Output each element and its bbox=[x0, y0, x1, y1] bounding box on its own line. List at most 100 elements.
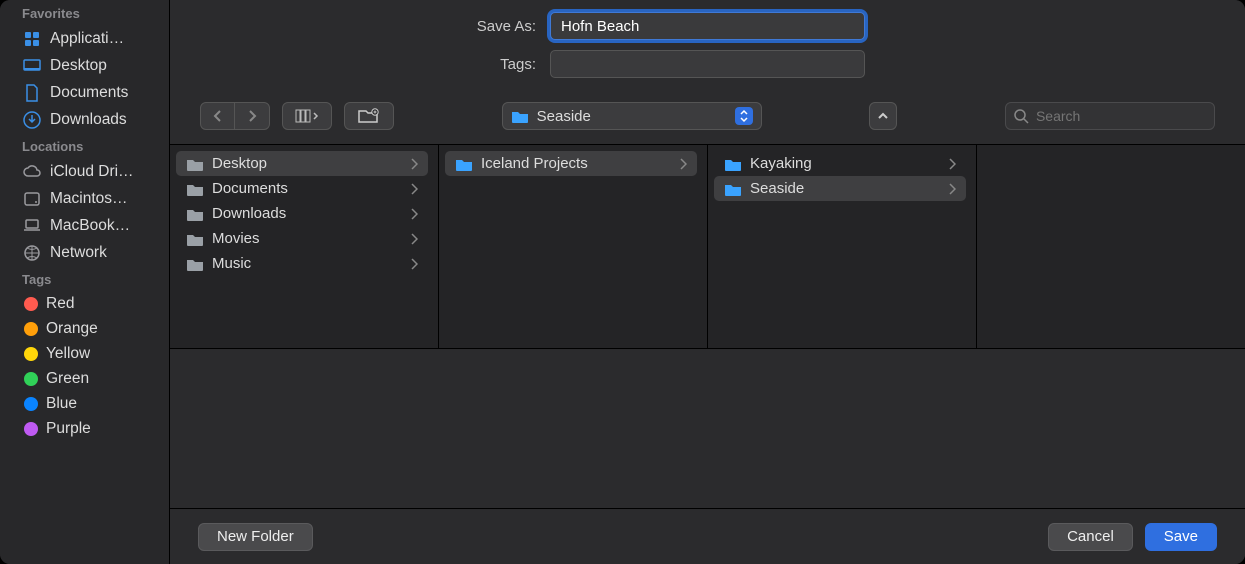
folder-icon bbox=[186, 232, 204, 246]
sidebar-header-favorites: Favorites bbox=[0, 0, 169, 25]
column-item-label: Music bbox=[212, 255, 251, 272]
save-dialog: Favorites Applicati… Desktop Documents Down… bbox=[0, 0, 1245, 564]
tag-dot-icon bbox=[24, 347, 38, 361]
sidebar-item[interactable]: Green bbox=[0, 366, 169, 391]
top-fields: Save As: Tags: bbox=[170, 0, 1245, 98]
folder-icon bbox=[455, 157, 473, 171]
toolbar: Seaside bbox=[170, 98, 1245, 144]
sidebar-item-label: iCloud Dri… bbox=[50, 163, 134, 181]
chevron-right-icon bbox=[948, 158, 956, 170]
main-panel: Save As: Tags: bbox=[170, 0, 1245, 564]
cancel-button[interactable]: Cancel bbox=[1048, 523, 1133, 551]
collapse-button[interactable] bbox=[869, 102, 897, 130]
sidebar-item[interactable]: iCloud Dri… bbox=[0, 158, 169, 185]
sidebar-item-label: Macintos… bbox=[50, 190, 128, 208]
sidebar-item[interactable]: Downloads bbox=[0, 106, 169, 133]
lower-pad bbox=[170, 348, 1245, 508]
search-icon bbox=[1013, 108, 1029, 124]
sidebar-item-label: MacBook… bbox=[50, 217, 130, 235]
folder-icon bbox=[186, 157, 204, 171]
sidebar-item-label: Downloads bbox=[50, 111, 127, 129]
disk-icon bbox=[22, 189, 42, 209]
browser-column: Kayaking Seaside bbox=[708, 145, 977, 348]
sidebar-item-label: Blue bbox=[46, 395, 77, 413]
sidebar-item-label: Green bbox=[46, 370, 89, 388]
sidebar-item-label: Orange bbox=[46, 320, 98, 338]
column-item-label: Iceland Projects bbox=[481, 155, 588, 172]
tag-dot-icon bbox=[24, 297, 38, 311]
new-folder-button[interactable]: New Folder bbox=[198, 523, 313, 551]
forward-button[interactable] bbox=[235, 103, 269, 129]
search-input[interactable] bbox=[1005, 102, 1215, 130]
sidebar-item[interactable]: Red bbox=[0, 291, 169, 316]
folder-icon bbox=[724, 157, 742, 171]
column-browser: Desktop Documents Downloads Movies Music Icel… bbox=[170, 144, 1245, 348]
sidebar-item[interactable]: Yellow bbox=[0, 341, 169, 366]
folder-icon bbox=[186, 207, 204, 221]
sidebar-item[interactable]: Desktop bbox=[0, 52, 169, 79]
column-item[interactable]: Documents bbox=[176, 176, 428, 201]
folder-icon bbox=[511, 109, 529, 123]
globe-icon bbox=[22, 243, 42, 263]
column-item[interactable]: Downloads bbox=[176, 201, 428, 226]
bottom-bar: New Folder Cancel Save bbox=[170, 508, 1245, 564]
tags-input[interactable] bbox=[550, 50, 865, 78]
chevron-right-icon bbox=[679, 158, 687, 170]
chevron-right-icon bbox=[410, 208, 418, 220]
column-item-label: Seaside bbox=[750, 180, 804, 197]
sidebar-item-label: Purple bbox=[46, 420, 91, 438]
sidebar-item[interactable]: MacBook… bbox=[0, 212, 169, 239]
sidebar-item[interactable]: Applicati… bbox=[0, 25, 169, 52]
sidebar-item-label: Documents bbox=[50, 84, 128, 102]
apps-icon bbox=[22, 29, 42, 49]
sidebar-item[interactable]: Orange bbox=[0, 316, 169, 341]
tag-dot-icon bbox=[24, 372, 38, 386]
location-popup[interactable]: Seaside bbox=[502, 102, 762, 130]
save-as-label: Save As: bbox=[236, 18, 536, 35]
column-item[interactable]: Seaside bbox=[714, 176, 966, 201]
sidebar-item[interactable]: Network bbox=[0, 239, 169, 266]
downloads-icon bbox=[22, 110, 42, 130]
sidebar-item-label: Desktop bbox=[50, 57, 107, 75]
save-button[interactable]: Save bbox=[1145, 523, 1217, 551]
laptop-icon bbox=[22, 216, 42, 236]
tag-dot-icon bbox=[24, 322, 38, 336]
chevron-right-icon bbox=[410, 158, 418, 170]
sidebar-item-label: Applicati… bbox=[50, 30, 124, 48]
sidebar-header-tags: Tags bbox=[0, 266, 169, 291]
tags-label: Tags: bbox=[236, 56, 536, 73]
save-as-input[interactable] bbox=[550, 12, 865, 40]
sidebar-item[interactable]: Documents bbox=[0, 79, 169, 106]
column-item[interactable]: Desktop bbox=[176, 151, 428, 176]
nav-buttons bbox=[200, 102, 270, 130]
column-item[interactable]: Kayaking bbox=[714, 151, 966, 176]
sidebar-item[interactable]: Macintos… bbox=[0, 185, 169, 212]
sidebar-item-label: Yellow bbox=[46, 345, 90, 363]
documents-icon bbox=[22, 83, 42, 103]
browser-column: Desktop Documents Downloads Movies Music bbox=[170, 145, 439, 348]
desktop-icon bbox=[22, 56, 42, 76]
sidebar-item[interactable]: Purple bbox=[0, 416, 169, 441]
browser-column: Iceland Projects bbox=[439, 145, 708, 348]
sidebar-item-label: Network bbox=[50, 244, 107, 262]
chevron-right-icon bbox=[410, 233, 418, 245]
folder-icon bbox=[186, 257, 204, 271]
back-button[interactable] bbox=[201, 103, 235, 129]
folder-icon bbox=[724, 182, 742, 196]
column-item-label: Downloads bbox=[212, 205, 286, 222]
column-item[interactable]: Music bbox=[176, 251, 428, 276]
location-popup-label: Seaside bbox=[537, 108, 591, 125]
column-item-label: Movies bbox=[212, 230, 260, 247]
sidebar-item[interactable]: Blue bbox=[0, 391, 169, 416]
column-item-label: Desktop bbox=[212, 155, 267, 172]
sidebar-header-locations: Locations bbox=[0, 133, 169, 158]
chevron-right-icon bbox=[948, 183, 956, 195]
sidebar-item-label: Red bbox=[46, 295, 74, 313]
column-item[interactable]: Iceland Projects bbox=[445, 151, 697, 176]
column-item[interactable]: Movies bbox=[176, 226, 428, 251]
new-folder-icon-button[interactable] bbox=[344, 102, 394, 130]
view-mode-button[interactable] bbox=[282, 102, 332, 130]
chevron-right-icon bbox=[410, 183, 418, 195]
browser-column bbox=[977, 145, 1245, 348]
popup-arrows-icon bbox=[735, 107, 753, 125]
